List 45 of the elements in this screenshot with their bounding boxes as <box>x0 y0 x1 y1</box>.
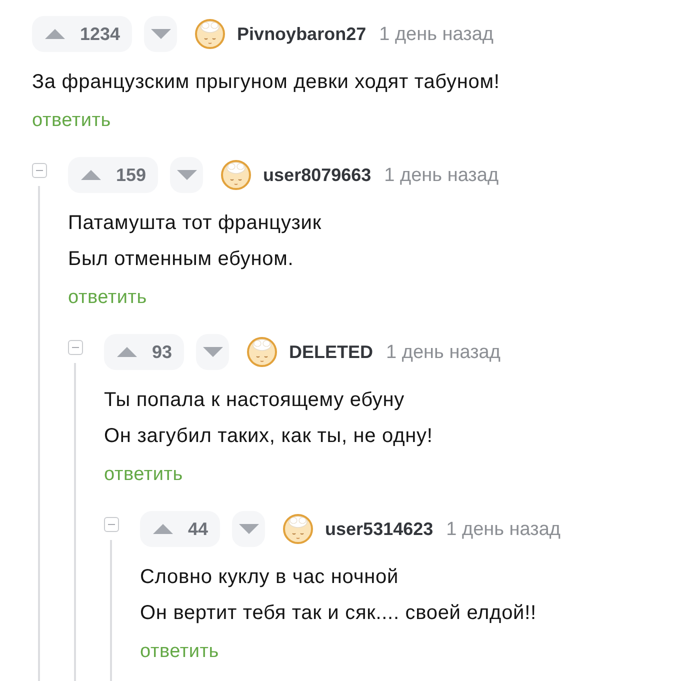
avatar-icon[interactable] <box>247 337 278 367</box>
timestamp: 1 день назад <box>446 520 561 538</box>
vote-count: 159 <box>116 166 146 184</box>
comment-text: Ты попала к настоящему ебуну <box>104 388 405 413</box>
triangle-up-icon <box>81 170 101 180</box>
timestamp: 1 день назад <box>386 342 500 362</box>
vote-count: 44 <box>188 520 208 538</box>
downvote-button[interactable] <box>144 16 178 52</box>
timestamp: 1 день назад <box>379 24 494 44</box>
upvote-button[interactable] <box>45 28 65 40</box>
vote-count: 1234 <box>80 25 120 43</box>
triangle-up-icon <box>45 29 65 39</box>
comment-text: Он вертит тебя так и сяк.... своей елдой!! <box>140 601 536 626</box>
avatar-icon[interactable] <box>283 514 314 544</box>
username-link[interactable]: DELETED <box>289 343 374 361</box>
comment-text: Патамушта тот французик <box>68 211 322 236</box>
triangle-down-icon <box>150 29 171 39</box>
collapse-button[interactable] <box>104 517 119 532</box>
minus-icon <box>108 524 115 525</box>
upvote-button[interactable] <box>153 523 173 535</box>
upvote-button[interactable] <box>81 169 101 181</box>
minus-icon <box>36 170 43 171</box>
username-link[interactable]: user5314623 <box>325 520 434 538</box>
vote-count: 93 <box>152 343 172 361</box>
upvote-button[interactable] <box>117 346 137 358</box>
username-link[interactable]: user8079663 <box>263 166 372 184</box>
comment-text: Он загубил таких, как ты, не одну! <box>104 424 433 449</box>
downvote-button[interactable] <box>232 511 266 547</box>
downvote-button[interactable] <box>196 334 230 370</box>
triangle-down-icon <box>202 347 223 357</box>
triangle-up-icon <box>153 524 173 534</box>
avatar-icon[interactable] <box>221 160 252 190</box>
collapse-button[interactable] <box>32 163 47 178</box>
timestamp: 1 день назад <box>384 166 499 184</box>
avatar-icon[interactable] <box>195 19 226 49</box>
minus-icon <box>72 347 79 348</box>
triangle-up-icon <box>117 347 137 357</box>
triangle-down-icon <box>238 524 259 534</box>
comment-text: За французским прыгуном девки ходят табуном! <box>32 70 500 95</box>
collapse-button[interactable] <box>68 340 83 355</box>
comment-text: Словно куклу в час ночной <box>140 565 399 590</box>
username-link[interactable]: Pivnoybaron27 <box>237 25 366 43</box>
comment-text: Был отменным ебуном. <box>68 247 294 272</box>
triangle-down-icon <box>176 170 197 180</box>
downvote-button[interactable] <box>170 157 204 193</box>
